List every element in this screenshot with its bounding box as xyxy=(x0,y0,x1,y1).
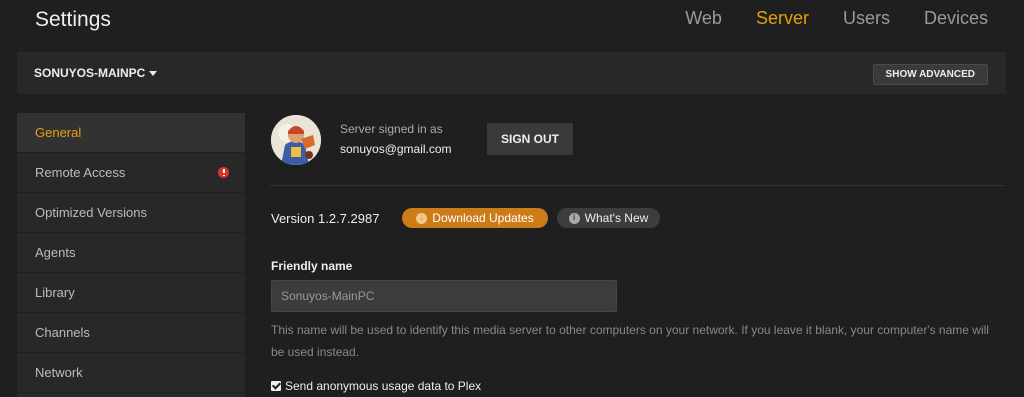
avatar xyxy=(271,115,321,165)
whats-new-button[interactable]: i What's New xyxy=(557,208,660,228)
usage-data-label: Send anonymous usage data to Plex xyxy=(285,379,482,393)
version-text: Version 1.2.7.2987 xyxy=(271,211,380,226)
tab-web[interactable]: Web xyxy=(685,8,722,29)
friendly-name-label: Friendly name xyxy=(271,259,353,273)
top-bar: Settings Web Server Users Devices xyxy=(0,0,1024,52)
alert-icon xyxy=(218,167,229,178)
sidebar-item-network[interactable]: Network xyxy=(17,353,245,393)
sidebar-item-agents[interactable]: Agents xyxy=(17,233,245,273)
caret-down-icon xyxy=(149,71,158,76)
account-email: sonuyos@gmail.com xyxy=(340,142,452,156)
signed-in-label: Server signed in as xyxy=(340,122,443,136)
divider xyxy=(270,185,1004,186)
info-icon: i xyxy=(568,212,580,224)
sidebar-item-label: Agents xyxy=(35,245,76,260)
sidebar-item-label: Optimized Versions xyxy=(35,205,147,220)
page-title: Settings xyxy=(35,8,111,31)
settings-sidebar: General Remote Access Optimized Versions… xyxy=(17,113,245,397)
server-bar: SONUYOS-MAINPC SHOW ADVANCED xyxy=(17,52,1006,94)
download-icon: ↓ xyxy=(416,212,428,224)
tab-users[interactable]: Users xyxy=(843,8,890,29)
friendly-name-help: This name will be used to identify this … xyxy=(271,323,989,359)
download-updates-label: Download Updates xyxy=(432,211,534,225)
sidebar-item-label: Channels xyxy=(35,325,90,340)
download-updates-button[interactable]: ↓ Download Updates xyxy=(402,208,548,228)
sidebar-item-library[interactable]: Library xyxy=(17,273,245,313)
show-advanced-button[interactable]: SHOW ADVANCED xyxy=(872,64,988,85)
friendly-name-field[interactable] xyxy=(271,280,617,312)
server-name-label: SONUYOS-MAINPC xyxy=(34,66,146,80)
checkbox-checked-icon[interactable] xyxy=(271,381,281,391)
sidebar-item-label: Library xyxy=(35,285,75,300)
sidebar-item-label: Network xyxy=(35,365,83,380)
sidebar-item-optimized-versions[interactable]: Optimized Versions xyxy=(17,193,245,233)
general-settings-panel: Server signed in as sonuyos@gmail.com SI… xyxy=(245,113,1024,397)
sign-out-button[interactable]: SIGN OUT xyxy=(487,123,573,155)
server-selector[interactable]: SONUYOS-MAINPC xyxy=(34,66,158,80)
sidebar-item-label: General xyxy=(35,125,82,140)
usage-data-option[interactable]: Send anonymous usage data to Plex xyxy=(271,379,481,393)
tab-devices[interactable]: Devices xyxy=(924,8,988,29)
sidebar-item-channels[interactable]: Channels xyxy=(17,313,245,353)
sidebar-item-general[interactable]: General xyxy=(17,113,245,153)
sidebar-item-remote-access[interactable]: Remote Access xyxy=(17,153,245,193)
top-nav: Web Server Users Devices xyxy=(685,8,988,29)
sidebar-item-label: Remote Access xyxy=(35,165,126,180)
whats-new-label: What's New xyxy=(584,211,649,225)
tab-server[interactable]: Server xyxy=(756,8,809,29)
